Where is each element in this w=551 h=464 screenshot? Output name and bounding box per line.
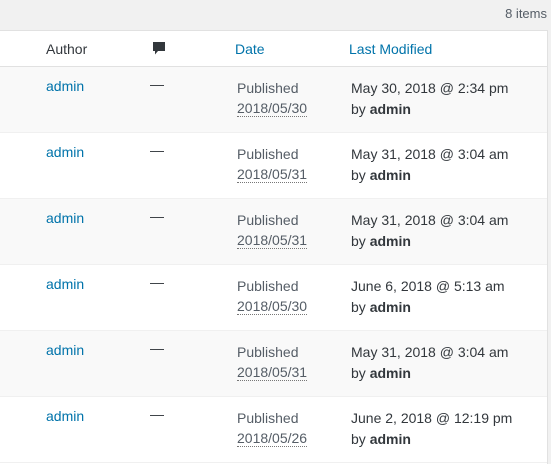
modified-by-user: admin [369,233,411,249]
table-row: admin — Published 2018/05/31 May 31, 201… [0,133,547,199]
column-date-sort-link[interactable]: Date [235,41,265,57]
comments-column-header[interactable] [152,41,166,59]
comments-count: — [150,142,164,158]
comment-bubble-icon [153,42,165,55]
date-cell: Published 2018/05/30 [237,276,308,316]
by-label: by [351,233,366,249]
last-modified-cell: June 6, 2018 @ 5:13 am by admin [351,276,505,318]
items-count: 8 items [505,6,547,21]
modified-by-user: admin [369,167,411,183]
comments-count: — [150,340,164,356]
by-label: by [351,167,366,183]
by-label: by [351,299,366,315]
comments-count: — [150,76,164,92]
by-label: by [351,101,366,117]
post-date: 2018/05/31 [237,232,308,249]
table-row: admin — Published 2018/05/31 May 31, 201… [0,199,547,265]
modified-date: May 30, 2018 @ 2:34 pm [351,80,509,96]
column-last-modified-sort-link[interactable]: Last Modified [349,41,432,57]
author-link[interactable]: admin [46,144,84,160]
post-status: Published [237,278,299,294]
modified-by-user: admin [369,365,411,381]
modified-by-user: admin [369,101,411,117]
by-label: by [351,431,366,447]
last-modified-cell: May 31, 2018 @ 3:04 am by admin [351,210,508,252]
modified-by-user: admin [369,431,411,447]
post-status: Published [237,212,299,228]
date-cell: Published 2018/05/31 [237,210,308,250]
comments-count: — [150,208,164,224]
last-modified-cell: May 30, 2018 @ 2:34 pm by admin [351,78,508,120]
post-date: 2018/05/26 [237,430,308,447]
posts-table: Author Date Last Modified admin — Publis… [0,30,548,464]
comments-count: — [150,406,164,422]
post-date: 2018/05/31 [237,364,308,381]
comments-count: — [150,274,164,290]
last-modified-cell: May 31, 2018 @ 3:04 am by admin [351,144,508,186]
modified-date: May 31, 2018 @ 3:04 am [351,344,509,360]
author-link[interactable]: admin [46,342,84,358]
column-author-header: Author [46,41,88,57]
table-row: admin — Published 2018/05/31 May 31, 201… [0,331,547,397]
table-row: admin — Published 2018/05/26 June 2, 201… [0,397,547,463]
last-modified-cell: May 31, 2018 @ 3:04 am by admin [351,342,508,384]
post-status: Published [237,80,299,96]
post-status: Published [237,344,299,360]
post-date: 2018/05/30 [237,100,308,117]
post-status: Published [237,410,299,426]
modified-date: May 31, 2018 @ 3:04 am [351,146,509,162]
table-body: admin — Published 2018/05/30 May 30, 201… [0,67,547,463]
author-link[interactable]: admin [46,78,84,94]
author-link[interactable]: admin [46,210,84,226]
table-row: admin — Published 2018/05/30 May 30, 201… [0,67,547,133]
last-modified-cell: June 2, 2018 @ 12:19 pm by admin [351,408,512,450]
date-cell: Published 2018/05/31 [237,342,308,382]
author-link[interactable]: admin [46,276,84,292]
modified-date: June 6, 2018 @ 5:13 am [351,278,505,294]
date-cell: Published 2018/05/31 [237,144,308,184]
post-date: 2018/05/31 [237,166,308,183]
post-status: Published [237,146,299,162]
modified-by-user: admin [369,299,411,315]
table-header: Author Date Last Modified [0,31,547,67]
modified-date: May 31, 2018 @ 3:04 am [351,212,509,228]
by-label: by [351,365,366,381]
modified-date: June 2, 2018 @ 12:19 pm [351,410,513,426]
table-row: admin — Published 2018/05/30 June 6, 201… [0,265,547,331]
date-cell: Published 2018/05/26 [237,408,308,448]
date-cell: Published 2018/05/30 [237,78,308,118]
post-date: 2018/05/30 [237,298,308,315]
author-link[interactable]: admin [46,408,84,424]
